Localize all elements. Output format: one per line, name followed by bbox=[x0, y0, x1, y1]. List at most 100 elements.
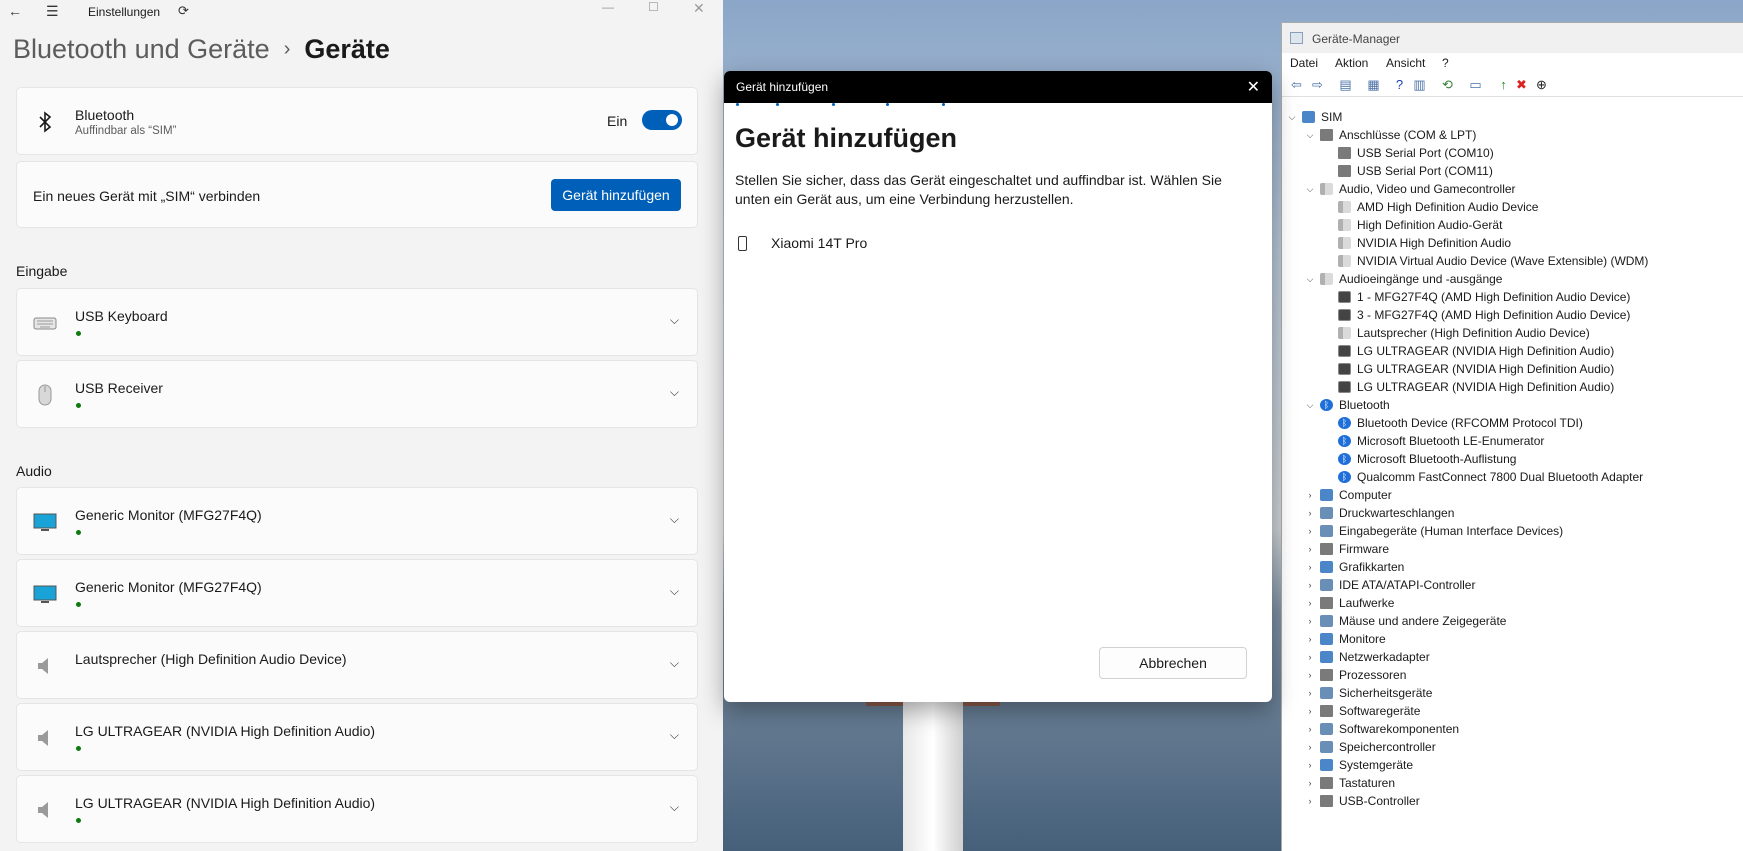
chevron-down-icon[interactable]: ⌵ bbox=[670, 800, 679, 815]
expand-chevron-icon[interactable]: › bbox=[1304, 738, 1316, 756]
speaker-icon bbox=[1338, 201, 1351, 213]
device-card[interactable]: LG ULTRAGEAR (NVIDIA High Definition Aud… bbox=[16, 775, 698, 843]
category-icon bbox=[1320, 615, 1333, 627]
breadcrumb-parent[interactable]: Bluetooth und Geräte bbox=[13, 34, 270, 64]
forward-arrow-icon[interactable]: ⇨ bbox=[1310, 77, 1325, 92]
computer-icon bbox=[1302, 111, 1315, 123]
scan-hardware-icon[interactable]: ▭ bbox=[1468, 77, 1483, 92]
back-arrow-icon[interactable]: ← bbox=[8, 3, 22, 19]
device-manager-logo-icon bbox=[1290, 32, 1303, 44]
collapse-chevron-icon[interactable]: ⌵ bbox=[1304, 270, 1316, 288]
close-icon[interactable]: ✕ bbox=[1247, 77, 1260, 97]
expand-chevron-icon[interactable]: › bbox=[1304, 648, 1316, 666]
tree-view-icon[interactable]: ▤ bbox=[1338, 77, 1353, 92]
expand-chevron-icon[interactable]: › bbox=[1304, 540, 1316, 558]
category-icon bbox=[1320, 579, 1333, 591]
expand-chevron-icon[interactable]: › bbox=[1304, 558, 1316, 576]
bluetooth-toggle-label: Ein bbox=[607, 113, 628, 129]
device-manager-menubar: Datei Aktion Ansicht ? bbox=[1282, 53, 1743, 73]
enable-device-icon[interactable]: ↑ bbox=[1496, 77, 1511, 92]
expand-chevron-icon[interactable]: › bbox=[1304, 612, 1316, 630]
device-manager-titlebar: Geräte-Manager bbox=[1282, 23, 1743, 53]
expand-chevron-icon[interactable]: › bbox=[1304, 594, 1316, 612]
expand-chevron-icon[interactable]: › bbox=[1304, 486, 1316, 504]
menu-datei[interactable]: Datei bbox=[1290, 56, 1318, 70]
page-title: Geräte bbox=[304, 34, 390, 64]
speaker-icon bbox=[1338, 237, 1351, 249]
properties-icon[interactable]: ▦ bbox=[1366, 77, 1381, 92]
monitor-icon bbox=[1338, 291, 1351, 303]
collapse-chevron-icon[interactable]: ⌵ bbox=[1286, 108, 1298, 126]
collapse-chevron-icon[interactable]: ⌵ bbox=[1304, 396, 1316, 414]
bluetooth-label: Bluetooth bbox=[75, 107, 135, 123]
category-icon bbox=[1320, 669, 1333, 681]
device-card[interactable]: LG ULTRAGEAR (NVIDIA High Definition Aud… bbox=[16, 703, 698, 771]
chevron-down-icon[interactable]: ⌵ bbox=[670, 728, 679, 743]
action-view-icon[interactable]: ▥ bbox=[1412, 77, 1427, 92]
chevron-down-icon[interactable]: ⌵ bbox=[670, 656, 679, 671]
disable-device-icon[interactable]: ⊕ bbox=[1534, 77, 1549, 92]
expand-chevron-icon[interactable]: › bbox=[1304, 666, 1316, 684]
device-card[interactable]: USB Keyboard ⌵ bbox=[16, 288, 698, 356]
category-icon bbox=[1320, 525, 1333, 537]
cancel-button[interactable]: Abbrechen bbox=[1099, 647, 1247, 679]
add-device-label: Ein neues Gerät mit „SIM“ verbinden bbox=[33, 188, 261, 204]
chevron-down-icon[interactable]: ⌵ bbox=[670, 385, 679, 400]
menu-ansicht[interactable]: Ansicht bbox=[1386, 56, 1425, 70]
speaker-icon bbox=[1320, 183, 1333, 195]
chevron-down-icon[interactable]: ⌵ bbox=[670, 584, 679, 599]
expand-chevron-icon[interactable]: › bbox=[1304, 684, 1316, 702]
help-icon[interactable]: ? bbox=[1392, 77, 1407, 92]
expand-chevron-icon[interactable]: › bbox=[1304, 756, 1316, 774]
speaker-icon bbox=[38, 658, 48, 674]
device-card[interactable]: Generic Monitor (MFG27F4Q) ⌵ bbox=[16, 487, 698, 555]
expand-chevron-icon[interactable]: › bbox=[1304, 630, 1316, 648]
section-input: Eingabe bbox=[16, 263, 68, 279]
bluetooth-icon: ᛒ bbox=[1338, 453, 1351, 465]
bluetooth-icon: ᛒ bbox=[1338, 417, 1351, 429]
expand-chevron-icon[interactable]: › bbox=[1304, 774, 1316, 792]
dialog-titlebar: Gerät hinzufügen ✕ bbox=[724, 71, 1272, 103]
bluetooth-icon: ᛒ bbox=[1338, 471, 1351, 483]
expand-chevron-icon[interactable]: › bbox=[1304, 522, 1316, 540]
category-icon bbox=[1320, 651, 1333, 663]
connected-status-dot bbox=[76, 530, 81, 535]
maximize-button[interactable]: ☐ bbox=[648, 0, 659, 14]
port-icon bbox=[1320, 129, 1333, 141]
collapse-chevron-icon[interactable]: ⌵ bbox=[1304, 180, 1316, 198]
chevron-down-icon[interactable]: ⌵ bbox=[670, 512, 679, 527]
bluetooth-toggle[interactable] bbox=[642, 110, 682, 130]
back-arrow-icon[interactable]: ⇦ bbox=[1289, 77, 1304, 92]
phone-icon bbox=[738, 236, 747, 251]
add-device-dialog: Gerät hinzufügen ✕ Gerät hinzufügen Stel… bbox=[724, 71, 1272, 702]
speaker-icon bbox=[38, 730, 48, 746]
dialog-instructions: Stellen Sie sicher, dass das Gerät einge… bbox=[735, 172, 1222, 207]
add-device-button[interactable]: Gerät hinzufügen bbox=[551, 179, 681, 211]
collapse-chevron-icon[interactable]: ⌵ bbox=[1304, 126, 1316, 144]
connected-status-dot bbox=[76, 602, 81, 607]
search-icon[interactable]: ⟳ bbox=[178, 3, 189, 19]
expand-chevron-icon[interactable]: › bbox=[1304, 504, 1316, 522]
expand-chevron-icon[interactable]: › bbox=[1304, 702, 1316, 720]
hamburger-menu-icon[interactable]: ☰ bbox=[46, 3, 59, 20]
toggle-knob bbox=[666, 114, 678, 126]
speaker-icon bbox=[1338, 255, 1351, 267]
device-card[interactable]: Lautsprecher (High Definition Audio Devi… bbox=[16, 631, 698, 699]
section-audio: Audio bbox=[16, 463, 52, 479]
close-button[interactable]: ✕ bbox=[693, 0, 705, 17]
minimize-button[interactable]: — bbox=[602, 0, 614, 14]
update-driver-icon[interactable]: ⟲ bbox=[1440, 77, 1455, 92]
menu-help[interactable]: ? bbox=[1442, 56, 1449, 70]
progress-dot bbox=[776, 103, 779, 106]
expand-chevron-icon[interactable]: › bbox=[1304, 792, 1316, 810]
chevron-down-icon[interactable]: ⌵ bbox=[670, 313, 679, 328]
menu-aktion[interactable]: Aktion bbox=[1335, 56, 1368, 70]
expand-chevron-icon[interactable]: › bbox=[1304, 576, 1316, 594]
found-device-item[interactable]: Xiaomi 14T Pro bbox=[735, 233, 1135, 257]
uninstall-device-icon[interactable]: ✖ bbox=[1514, 77, 1529, 92]
speaker-icon bbox=[1320, 273, 1333, 285]
device-card[interactable]: Generic Monitor (MFG27F4Q) ⌵ bbox=[16, 559, 698, 627]
breadcrumb: Bluetooth und Geräte › Geräte bbox=[13, 34, 390, 65]
device-card[interactable]: USB Receiver ⌵ bbox=[16, 360, 698, 428]
expand-chevron-icon[interactable]: › bbox=[1304, 720, 1316, 738]
